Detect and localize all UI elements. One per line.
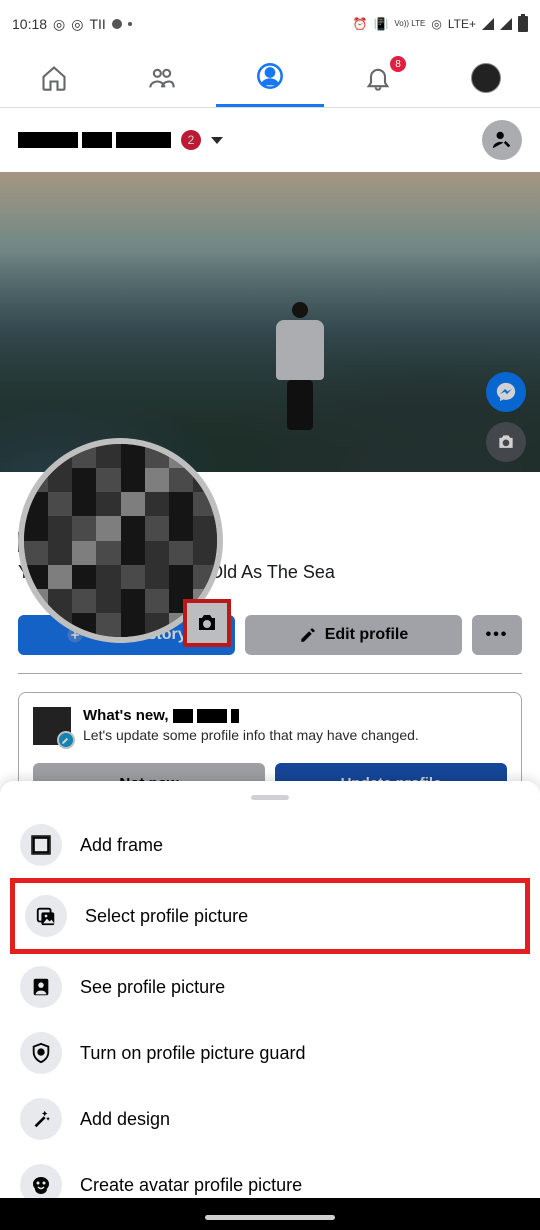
see-profile-picture-option[interactable]: See profile picture <box>0 954 540 1020</box>
dots-icon: ••• <box>486 626 509 644</box>
top-nav: 8 <box>0 48 540 108</box>
nav-menu[interactable] <box>432 48 540 107</box>
signal-icon <box>482 18 494 30</box>
pages-badge: 2 <box>181 130 201 150</box>
pencil-icon <box>61 735 71 745</box>
messenger-button[interactable] <box>486 372 526 412</box>
person-edit-icon <box>491 129 513 151</box>
notification-dot-icon <box>112 19 122 29</box>
profile-switcher[interactable]: 2 <box>0 108 540 172</box>
edit-profile-icon-button[interactable] <box>482 120 522 160</box>
messenger-icon <box>495 381 517 403</box>
frame-icon <box>30 834 52 856</box>
home-icon <box>40 64 68 92</box>
instagram-icon: ◎ <box>53 16 65 33</box>
add-design-option[interactable]: Add design <box>0 1086 540 1152</box>
card-avatar <box>33 707 71 745</box>
cover-camera-button[interactable] <box>486 422 526 462</box>
sheet-item-label: Turn on profile picture guard <box>80 1043 305 1064</box>
chevron-down-icon <box>211 137 223 144</box>
nav-home[interactable] <box>0 48 108 107</box>
image-icon <box>35 905 57 927</box>
wand-icon <box>30 1108 52 1130</box>
gesture-handle[interactable] <box>205 1215 335 1220</box>
prompt-title: What's new, <box>83 707 419 725</box>
sheet-item-label: Add design <box>80 1109 170 1130</box>
status-text: TII <box>89 16 105 32</box>
add-frame-option[interactable]: Add frame <box>0 812 540 878</box>
alarm-icon: ⏰ <box>353 17 368 31</box>
portrait-icon <box>30 976 52 998</box>
hotspot-icon: ◎ <box>431 17 441 31</box>
camera-icon <box>195 611 219 635</box>
select-profile-picture-option[interactable]: Select profile picture <box>10 878 530 954</box>
edit-profile-label: Edit profile <box>325 626 409 644</box>
divider <box>18 673 522 674</box>
battery-icon <box>518 16 528 32</box>
avatar-icon <box>471 63 501 93</box>
sheet-item-label: Select profile picture <box>85 906 248 927</box>
nav-notifications[interactable]: 8 <box>324 48 432 107</box>
prompt-subtitle: Let's update some profile info that may … <box>83 727 419 743</box>
pencil-icon <box>299 626 317 644</box>
sheet-item-label: See profile picture <box>80 977 225 998</box>
profile-icon <box>256 62 284 90</box>
sheet-handle[interactable] <box>251 795 289 800</box>
avatar-icon <box>29 1173 53 1197</box>
redacted-name <box>18 132 171 148</box>
cover-subject <box>270 302 330 432</box>
prompt-title-prefix: What's new, <box>83 707 173 724</box>
instagram-icon: ◎ <box>71 16 83 33</box>
system-nav-bar <box>0 1198 540 1230</box>
signal-icon <box>500 18 512 30</box>
picture-guard-option[interactable]: Turn on profile picture guard <box>0 1020 540 1086</box>
cover-photo[interactable] <box>0 172 540 472</box>
camera-icon <box>496 432 516 452</box>
volte-icon: Vo)) LTE <box>394 20 425 28</box>
edit-profile-button[interactable]: Edit profile <box>245 615 462 655</box>
sheet-item-label: Add frame <box>80 835 163 856</box>
profile-picture-sheet: Add frame Select profile picture See pro… <box>0 781 540 1230</box>
nav-friends[interactable] <box>108 48 216 107</box>
status-bar: 10:18 ◎ ◎ TII ⏰ 📳 Vo)) LTE ◎ LTE+ <box>0 0 540 48</box>
lte-label: LTE+ <box>448 17 476 31</box>
profile-picture-camera-button[interactable] <box>183 599 231 647</box>
notification-dot-icon <box>128 22 132 26</box>
profile-picture-wrap <box>18 438 223 643</box>
friends-icon <box>148 64 176 92</box>
sheet-item-label: Create avatar profile picture <box>80 1175 302 1196</box>
shield-icon <box>30 1042 52 1064</box>
bell-icon <box>364 64 392 92</box>
notification-badge: 8 <box>390 56 406 72</box>
more-actions-button[interactable]: ••• <box>472 615 522 655</box>
clock: 10:18 <box>12 16 47 32</box>
vibrate-icon: 📳 <box>373 17 388 31</box>
nav-profile[interactable] <box>216 48 324 107</box>
